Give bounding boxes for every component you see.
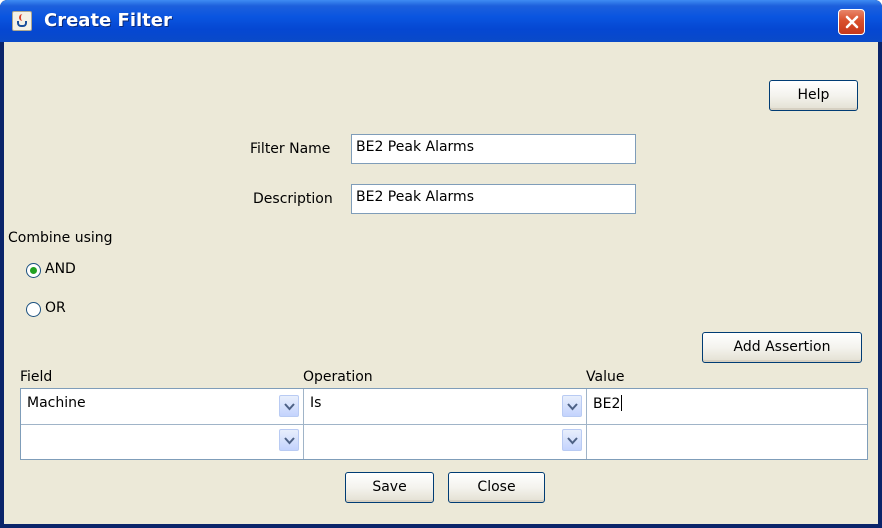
- radio-or-button[interactable]: [26, 302, 41, 317]
- field-dropdown-button[interactable]: [279, 395, 299, 417]
- column-header-operation: Operation: [303, 369, 373, 385]
- chevron-down-icon: [284, 437, 295, 445]
- operation-value: Is: [310, 395, 322, 411]
- window-title: Create Filter: [44, 10, 172, 31]
- title-bar[interactable]: Create Filter: [0, 0, 882, 42]
- radio-and[interactable]: AND: [26, 260, 96, 282]
- close-icon: [845, 15, 859, 29]
- radio-or-label: OR: [45, 300, 66, 316]
- combine-using-label: Combine using: [8, 230, 113, 246]
- operation-dropdown-button[interactable]: [562, 429, 582, 451]
- field-dropdown-button[interactable]: [279, 429, 299, 451]
- table-cell-operation[interactable]: [304, 425, 587, 459]
- table-cell-value[interactable]: [587, 425, 867, 459]
- chevron-down-icon: [567, 403, 578, 411]
- create-filter-dialog: Create Filter Help Filter Name BE2 Peak …: [0, 0, 882, 528]
- close-button[interactable]: Close: [448, 472, 545, 503]
- table-cell-value[interactable]: BE2: [587, 389, 867, 425]
- description-label: Description: [253, 191, 333, 207]
- table-cell-field[interactable]: Machine: [21, 389, 304, 425]
- filter-name-input[interactable]: BE2 Peak Alarms: [351, 134, 636, 164]
- description-input[interactable]: BE2 Peak Alarms: [351, 184, 636, 214]
- text-cursor: [621, 395, 623, 411]
- help-button[interactable]: Help: [769, 80, 858, 111]
- close-window-button[interactable]: [838, 9, 865, 35]
- java-cup-icon: [12, 11, 32, 31]
- table-cell-operation[interactable]: Is: [304, 389, 587, 425]
- chevron-down-icon: [284, 403, 295, 411]
- chevron-down-icon: [567, 437, 578, 445]
- save-button[interactable]: Save: [345, 472, 434, 503]
- column-header-field: Field: [20, 369, 53, 385]
- column-header-value: Value: [586, 369, 625, 385]
- field-value: Machine: [27, 395, 86, 411]
- radio-selected-dot: [30, 267, 37, 274]
- operation-dropdown-button[interactable]: [562, 395, 582, 417]
- table-cell-field[interactable]: [21, 425, 304, 459]
- radio-or[interactable]: OR: [26, 299, 96, 321]
- filter-name-label: Filter Name: [250, 141, 331, 157]
- radio-and-label: AND: [45, 261, 76, 277]
- add-assertion-button[interactable]: Add Assertion: [702, 332, 862, 363]
- radio-and-button[interactable]: [26, 263, 41, 278]
- value-text: BE2: [593, 396, 621, 412]
- assertion-table: Machine Is BE2: [20, 388, 868, 460]
